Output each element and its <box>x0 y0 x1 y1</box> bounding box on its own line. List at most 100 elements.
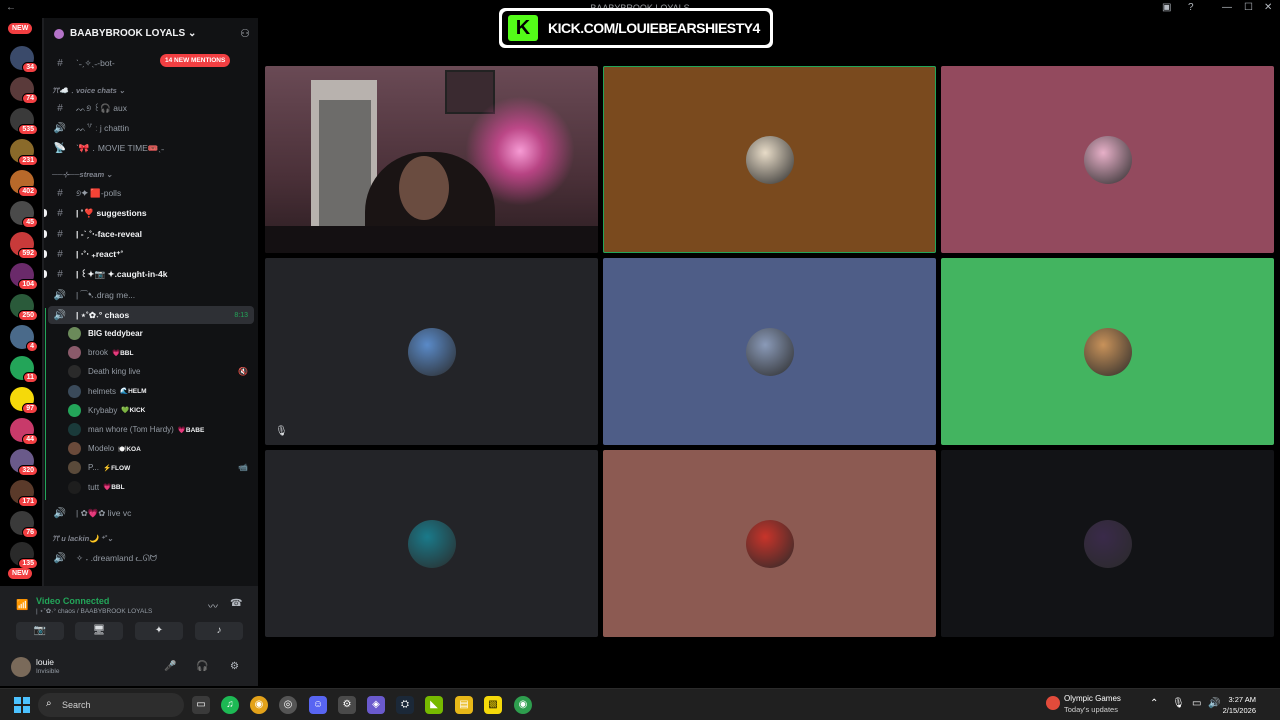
maximize-icon[interactable]: ☐ <box>1244 2 1253 13</box>
microphone-icon[interactable]: 🎤 <box>164 661 176 672</box>
voice-channel-path[interactable]: | ⋆˚✿˖° chaos / BAABYBROOK LOYALS <box>36 607 152 615</box>
server-icon-item[interactable]: 320 <box>10 449 38 476</box>
server-icon-item[interactable]: 76 <box>10 511 38 538</box>
participant-tile[interactable] <box>941 66 1274 253</box>
channel-category[interactable]: ꔫ u lackin🌙 ⁺˚⌄ <box>52 534 113 544</box>
channel-category[interactable]: ──⊹──stream ⌄ <box>52 170 113 179</box>
server-icon-item[interactable]: 250 <box>10 294 38 321</box>
voice-user-name: Modelo <box>88 444 115 454</box>
mic-tray-icon[interactable]: 🎙 <box>1172 698 1185 709</box>
participant-tile[interactable] <box>941 450 1274 637</box>
minimize-icon[interactable]: — <box>1222 2 1232 13</box>
gamepad-icon[interactable]: ◈ <box>367 696 385 714</box>
voice-status[interactable]: Video Connected <box>36 596 109 606</box>
text-channel[interactable]: # | ˚❣️ suggestions <box>44 204 254 222</box>
server-icon-item[interactable]: 97 <box>10 387 38 414</box>
user-avatar[interactable] <box>11 657 31 677</box>
chrome-icon[interactable]: ◉ <box>250 696 268 714</box>
voice-channel[interactable]: 🔊 ✧ ˖ .dreamland ᓚᘏᗢ <box>48 549 254 567</box>
camera-button[interactable]: 📷 <box>16 622 64 640</box>
headphones-icon[interactable]: 🎧 <box>196 661 208 672</box>
activities-button[interactable]: ✦ <box>135 622 183 640</box>
windows-start-icon[interactable] <box>14 697 30 713</box>
voice-channel[interactable]: 🔊 | ⁀➷.drag me... <box>48 286 254 304</box>
user-name[interactable]: louie <box>36 657 54 667</box>
participant-tile[interactable] <box>941 258 1274 445</box>
server-mention-badge: 44 <box>22 434 38 445</box>
steam-icon[interactable]: ⛭ <box>396 696 414 714</box>
volume-icon[interactable]: 🔊 <box>1208 698 1220 709</box>
server-icon-item[interactable]: 44 <box>10 418 38 445</box>
help-icon[interactable]: ? <box>1188 2 1194 13</box>
settings-gear-icon[interactable]: ⚙ <box>230 661 239 672</box>
voice-user[interactable]: BIG teddybear <box>68 324 252 343</box>
participant-tile[interactable] <box>603 258 936 445</box>
voice-channel[interactable]: 🔊 | ✿💗✿ live vc <box>48 504 254 522</box>
rail-new-pill-bottom[interactable]: NEW <box>8 568 33 579</box>
server-icon-item[interactable]: 231 <box>10 139 38 166</box>
voice-user[interactable]: man whore (Tom Hardy) 💗BABE <box>68 420 252 439</box>
server-name[interactable]: BAABYBROOK LOYALS ⌄ <box>70 28 196 39</box>
invite-people-icon[interactable]: ⚇ <box>240 27 250 40</box>
participant-tile[interactable] <box>265 450 598 637</box>
tray-chevron-icon[interactable]: ⌃ <box>1150 698 1158 709</box>
spotify-icon[interactable]: ♫ <box>221 696 239 714</box>
server-icon-item[interactable]: 4 <box>10 325 38 352</box>
text-channel[interactable]: # | ꒰✦📷 ✦.caught-in-4k <box>44 265 254 283</box>
sticky-notes-icon[interactable]: ▧ <box>484 696 502 714</box>
chrome-profile-icon[interactable]: ◉ <box>514 696 532 714</box>
nvidia-icon[interactable]: ◣ <box>425 696 443 714</box>
file-explorer-icon[interactable]: ▤ <box>455 696 473 714</box>
voice-user-name: man whore (Tom Hardy) <box>88 425 174 434</box>
voice-user[interactable]: helmets 🌊HELM <box>68 382 252 401</box>
voice-user[interactable]: tutt 💗BBL <box>68 478 252 497</box>
server-icon-item[interactable]: 171 <box>10 480 38 507</box>
voice-user-tag: 💗BBL <box>103 484 125 492</box>
signal-icon[interactable]: 📶 <box>16 600 28 611</box>
participant-tile[interactable] <box>603 450 936 637</box>
participant-tile[interactable] <box>603 66 936 253</box>
voice-channel[interactable]: 🔊 | ⋆˚✿˖° chaos 8:13 <box>48 306 254 324</box>
voice-user-name: helmets <box>88 386 117 396</box>
server-icon-item[interactable]: 11 <box>10 356 38 383</box>
voice-user[interactable]: brook 💗BBL <box>68 343 252 362</box>
server-icon-item[interactable]: 135 <box>10 542 38 569</box>
taskbar-search[interactable]: ⌕ Search <box>38 693 184 717</box>
new-mentions-pill[interactable]: 14 NEW MENTIONS <box>160 54 231 67</box>
voice-user[interactable]: Death king live 🔇 <box>68 362 252 381</box>
screen-share-button[interactable]: 🖥 <box>75 622 123 640</box>
text-channel[interactable]: # | -ˋˏ˚‧-face-reveal <box>44 225 254 243</box>
text-channel[interactable]: # | ‧˚‧ ₊react⁺˚ <box>44 245 254 263</box>
soundboard-button[interactable]: ♪ <box>195 622 243 640</box>
noise-suppression-icon[interactable]: 〰 <box>208 598 218 613</box>
server-icon-item[interactable]: 74 <box>10 77 38 104</box>
task-view-icon[interactable]: ▭ <box>192 696 210 714</box>
voice-channel[interactable]: 📡 ˋ🎀﹒MOVIE TIME🎟️ˎ˗ <box>48 139 254 157</box>
server-icon-item[interactable]: 104 <box>10 263 38 290</box>
server-mention-badge: 11 <box>22 372 38 383</box>
voice-user[interactable]: P... ⚡FLOW 📹 <box>68 458 252 477</box>
inbox-icon[interactable]: ▣ <box>1162 2 1171 13</box>
voice-user[interactable]: Krybaby 💚KICK <box>68 401 252 420</box>
server-header[interactable]: BAABYBROOK LOYALS ⌄ ⚇ <box>44 18 258 48</box>
server-icon-item[interactable]: 45 <box>10 201 38 228</box>
camera-video-tile[interactable] <box>265 66 598 253</box>
text-channel[interactable]: # ᨓ୭ ꒰🎧 aux <box>48 99 254 117</box>
settings-app-icon[interactable]: ⚙ <box>338 696 356 714</box>
obs-icon[interactable]: ◎ <box>279 696 297 714</box>
server-icon-item[interactable]: 34 <box>10 46 38 73</box>
channel-category[interactable]: ꔫ☁️﹒voice chats ⌄ <box>52 85 125 96</box>
disconnect-icon[interactable]: ☎ <box>230 598 242 609</box>
voice-channel[interactable]: 🔊 ᨓ꒷ ː j chattin <box>48 119 254 137</box>
close-icon[interactable]: ✕ <box>1264 2 1272 13</box>
voice-user[interactable]: Modelo 🍽️KOA <box>68 439 252 458</box>
network-icon[interactable]: ▭ <box>1192 698 1201 709</box>
server-icon-item[interactable]: 592 <box>10 232 38 259</box>
clock[interactable]: 3:27 AM 2/15/2026 <box>1223 694 1256 716</box>
discord-app-icon[interactable]: ☺ <box>309 696 327 714</box>
server-icon-item[interactable]: 535 <box>10 108 38 135</box>
server-icon-item[interactable]: 402 <box>10 170 38 197</box>
text-channel[interactable]: #୭✦ 🟥-polls <box>48 184 254 202</box>
rail-new-pill-top[interactable]: NEW <box>8 23 33 34</box>
participant-tile[interactable]: 🎙 <box>265 258 598 445</box>
